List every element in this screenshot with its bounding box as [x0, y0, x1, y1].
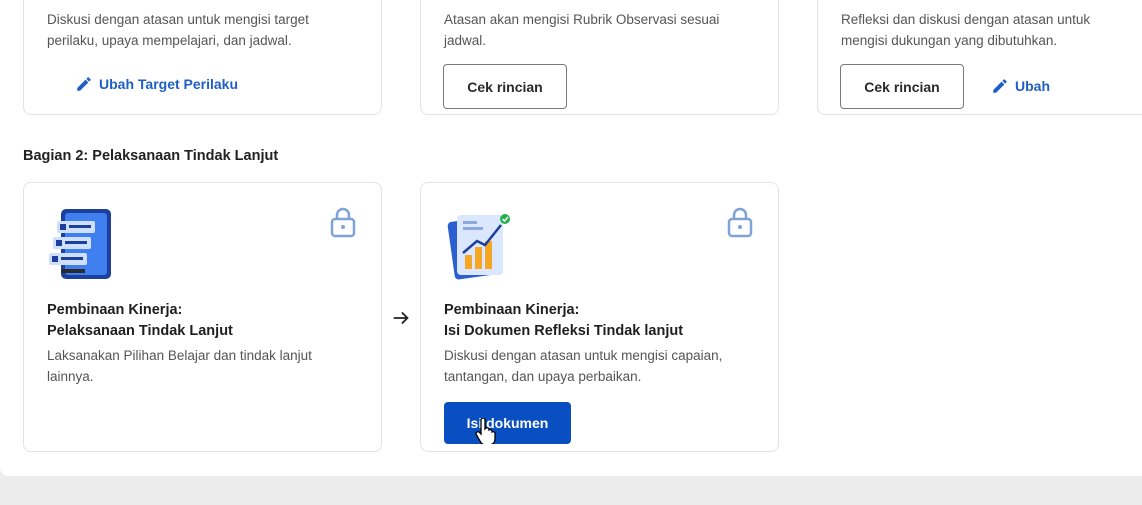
pencil-icon	[993, 79, 1007, 93]
lock-icon	[727, 207, 753, 238]
card-title-line2: Pelaksanaan Tindak Lanjut	[47, 323, 233, 339]
arrow-right-icon	[393, 311, 409, 325]
card-desc-line2: mengisi dukungan yang dibutuhkan.	[841, 33, 1058, 48]
card-desc-line2: lainnya.	[47, 369, 94, 384]
link-label: Ubah Target Perilaku	[99, 76, 239, 92]
card-desc-line1: Diskusi dengan atasan untuk mengisi targ…	[47, 12, 309, 27]
card-refleksi: Refleksi dan diskusi dengan atasan untuk…	[817, 0, 1142, 115]
section-title: Bagian 2: Pelaksanaan Tindak Lanjut	[23, 148, 279, 164]
card-desc-line2: jadwal.	[444, 33, 487, 48]
ubah-link[interactable]: Ubah	[991, 77, 1050, 95]
card-title-line2: Isi Dokumen Refleksi Tindak lanjut	[444, 323, 684, 339]
isi-dokumen-button[interactable]: Isi dokumen	[444, 402, 571, 444]
chart-document-illustration	[447, 214, 510, 280]
hand-cursor-icon	[475, 418, 496, 444]
checklist-phone-illustration	[49, 209, 111, 279]
cek-rincian-button[interactable]: Cek rincian	[840, 64, 964, 109]
pencil-icon	[77, 77, 91, 91]
cek-rincian-button[interactable]: Cek rincian	[443, 64, 567, 109]
card-title-line1: Pembinaan Kinerja:	[47, 302, 183, 318]
card-title-line1: Pembinaan Kinerja:	[444, 302, 580, 318]
card-pelaksanaan-tindak-lanjut: Pembinaan Kinerja: Pelaksanaan Tindak La…	[23, 182, 382, 452]
card-desc-line1: Refleksi dan diskusi dengan atasan untuk	[841, 12, 1091, 27]
main-panel: Diskusi dengan atasan untuk mengisi targ…	[0, 0, 1142, 476]
card-rubrik-observasi: Atasan akan mengisi Rubrik Observasi ses…	[420, 0, 779, 115]
card-desc-line1: Diskusi dengan atasan untuk mengisi capa…	[444, 348, 723, 363]
lock-icon	[330, 207, 356, 238]
card-desc-line1: Laksanakan Pilihan Belajar dan tindak la…	[47, 348, 312, 363]
card-target-perilaku: Diskusi dengan atasan untuk mengisi targ…	[23, 0, 382, 115]
link-label: Ubah	[1015, 78, 1050, 94]
ubah-target-perilaku-link[interactable]: Ubah Target Perilaku	[75, 75, 238, 93]
card-desc-line2: tantangan, dan upaya perbaikan.	[444, 369, 642, 384]
card-desc-line1: Atasan akan mengisi Rubrik Observasi ses…	[444, 12, 720, 27]
card-desc-line2: perilaku, upaya mempelajari, dan jadwal.	[47, 33, 292, 48]
